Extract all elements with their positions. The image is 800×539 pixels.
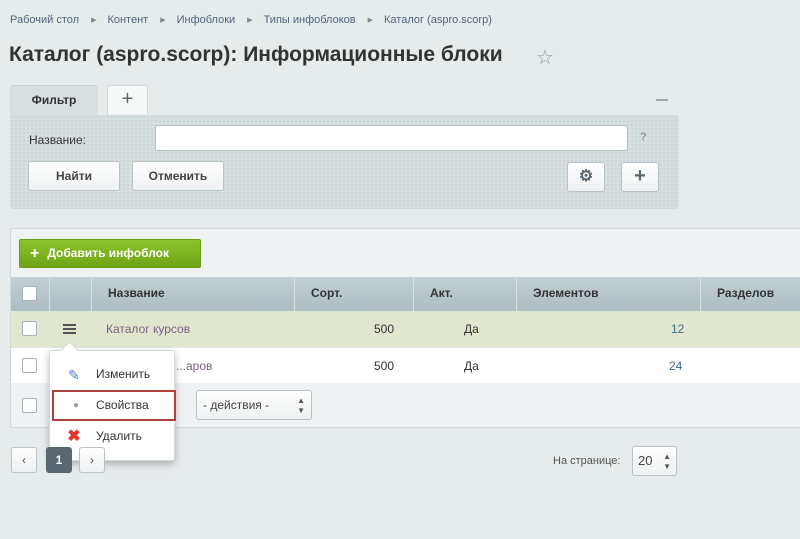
elements-count-link[interactable]: 24 xyxy=(669,348,682,384)
per-page-label: На странице: xyxy=(553,455,621,467)
iblock-name-link[interactable]: Каталог курсов xyxy=(106,311,190,347)
menu-item-label: Свойства xyxy=(96,398,149,412)
iblock-name-link[interactable]: ...аров xyxy=(176,348,212,384)
breadcrumb-arrow-icon: ▶ xyxy=(160,17,166,24)
pager-current-page[interactable]: 1 xyxy=(46,447,72,473)
row-checkbox[interactable] xyxy=(22,358,37,373)
select-all-checkbox[interactable] xyxy=(22,286,37,301)
pager-prev-button[interactable]: ‹ xyxy=(11,447,37,473)
actions-select[interactable]: - действия - ▲ ▼ xyxy=(196,390,312,420)
edit-icon: ✎ xyxy=(68,367,80,383)
cancel-button[interactable]: Отменить xyxy=(132,161,224,191)
add-iblock-button[interactable]: + Добавить инфоблок xyxy=(19,239,201,268)
add-filter-tab-button[interactable]: + xyxy=(107,85,148,114)
plus-icon: + xyxy=(121,88,134,110)
delete-icon: ✖ xyxy=(67,428,81,445)
header-actions-cell xyxy=(49,277,91,311)
breadcrumb-arrow-icon: ▶ xyxy=(91,17,97,24)
breadcrumb-item-iblock-types[interactable]: Типы инфоблоков xyxy=(264,14,356,26)
breadcrumb-arrow-icon: ▶ xyxy=(247,17,253,24)
per-page-value: 20 xyxy=(638,453,653,468)
add-iblock-label: Добавить инфоблок xyxy=(47,246,170,260)
column-header-active[interactable]: Акт. xyxy=(413,277,516,311)
menu-item-properties[interactable]: ● Свойства xyxy=(52,390,176,421)
find-button[interactable]: Найти xyxy=(28,161,120,191)
tab-filter[interactable]: Фильтр xyxy=(10,85,98,116)
menu-item-label: Удалить xyxy=(96,429,142,443)
updown-arrows-icon: ▲ ▼ xyxy=(663,452,671,471)
column-header-name[interactable]: Название xyxy=(91,277,294,311)
elements-count-link[interactable]: 12 xyxy=(671,311,684,347)
gear-icon: ⚙ xyxy=(578,168,594,185)
breadcrumb: Рабочий стол ▶ Контент ▶ Инфоблоки ▶ Типы инфо… xyxy=(10,14,492,26)
breadcrumb-item-iblocks[interactable]: Инфоблоки xyxy=(177,14,236,26)
menu-item-label: Изменить xyxy=(96,367,151,381)
pager-next-button[interactable]: › xyxy=(79,447,105,473)
active-value: Да xyxy=(464,322,479,336)
row-context-menu: ✎ Изменить ● Свойства ✖ Удалить xyxy=(49,350,176,461)
breadcrumb-arrow-icon: ▶ xyxy=(367,17,374,24)
name-field-label: Название: xyxy=(29,133,86,147)
column-header-elements[interactable]: Элементов xyxy=(516,277,700,311)
filter-panel: Название: ? Найти Отменить ⚙ + xyxy=(10,115,679,209)
breadcrumb-item-catalog[interactable]: Каталог (aspro.scorp) xyxy=(384,14,492,26)
dot-icon: ● xyxy=(72,400,80,411)
updown-arrows-icon: ▲ ▼ xyxy=(297,396,305,415)
grid-header: Название Сорт. Акт. Элементов Разделов xyxy=(11,277,800,311)
per-page-select[interactable]: 20 ▲ ▼ xyxy=(632,446,677,476)
help-icon[interactable]: ? xyxy=(640,131,647,143)
sort-value: 500 xyxy=(374,322,395,336)
menu-item-edit[interactable]: ✎ Изменить xyxy=(50,359,174,390)
filter-settings-button[interactable]: ⚙ xyxy=(567,162,605,192)
column-header-sections[interactable]: Разделов xyxy=(700,277,800,311)
name-filter-input[interactable] xyxy=(155,125,628,151)
page-title: Каталог (aspro.scorp): Информационные бл… xyxy=(9,43,503,66)
table-row[interactable]: Каталог курсов 500 Да 12 xyxy=(11,311,800,347)
actions-select-value: - действия - xyxy=(203,398,270,412)
footer-checkbox[interactable] xyxy=(22,398,37,413)
breadcrumb-item-content[interactable]: Контент xyxy=(107,14,148,26)
plus-icon: + xyxy=(30,245,40,262)
breadcrumb-item-desktop[interactable]: Рабочий стол xyxy=(10,14,79,26)
minimize-icon[interactable] xyxy=(656,99,668,101)
star-icon[interactable]: ☆ xyxy=(536,45,554,70)
plus-icon: + xyxy=(634,165,646,187)
menu-icon[interactable] xyxy=(63,324,76,334)
column-header-sort[interactable]: Сорт. xyxy=(294,277,413,311)
add-filter-field-button[interactable]: + xyxy=(621,162,659,192)
sort-value: 500 xyxy=(374,359,395,373)
active-value: Да xyxy=(464,359,479,373)
row-checkbox[interactable] xyxy=(22,321,37,336)
